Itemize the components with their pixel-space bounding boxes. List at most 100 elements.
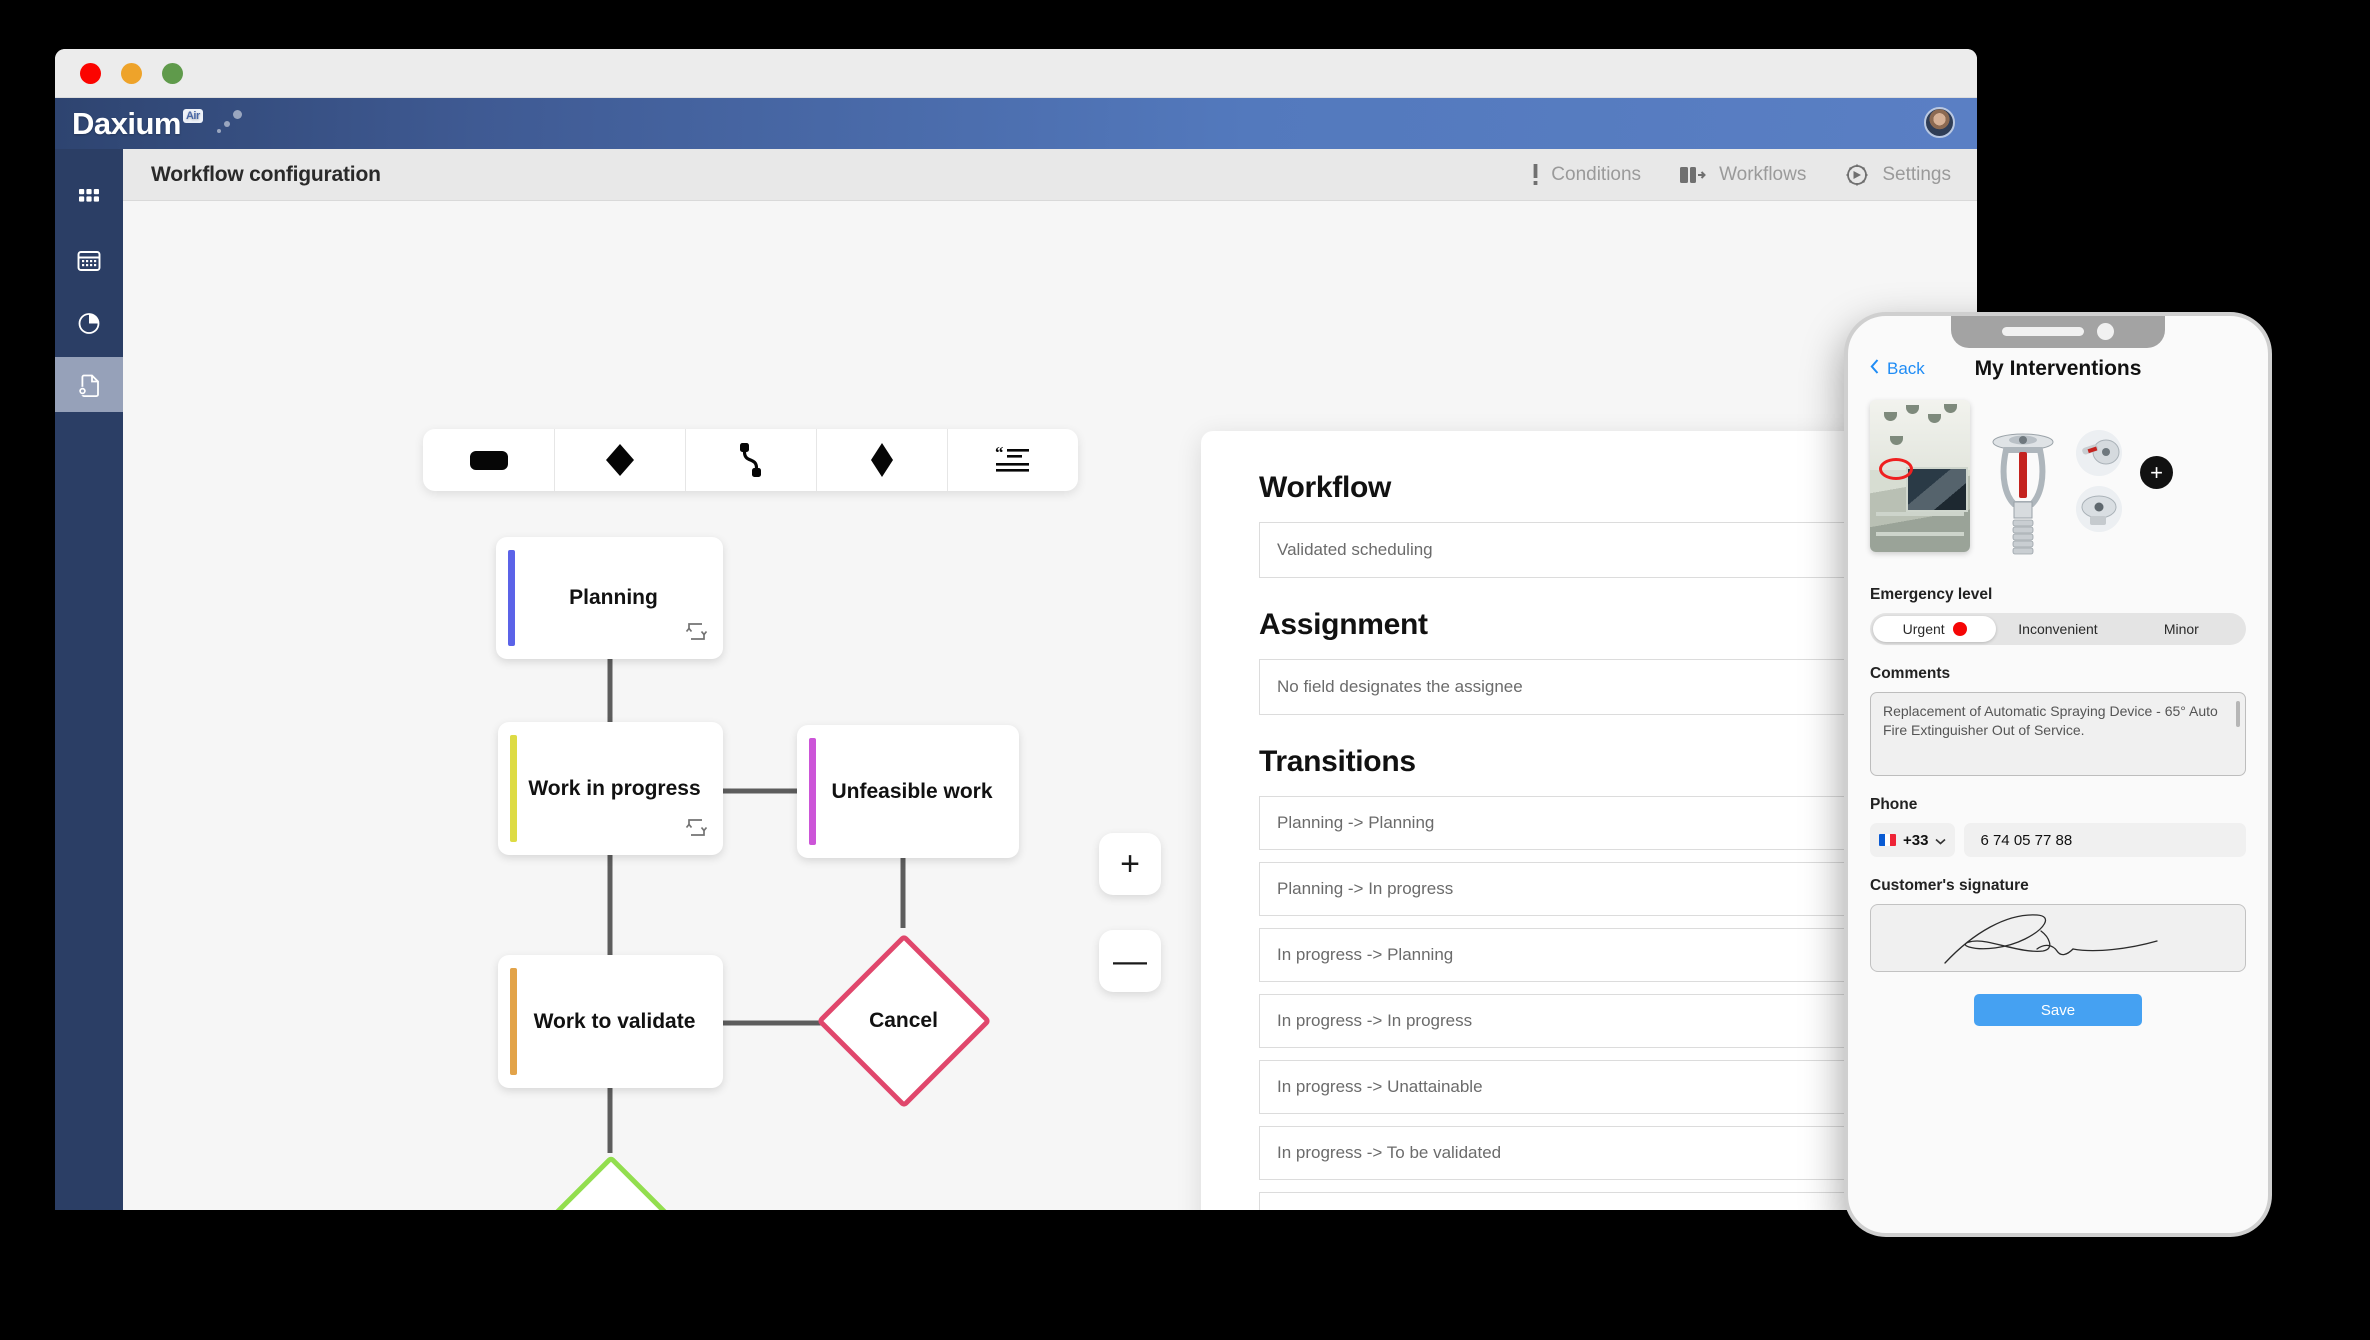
node-label: Work in progress (528, 776, 701, 800)
nav-label-conditions: Conditions (1551, 163, 1642, 185)
node-planning[interactable]: Planning (496, 537, 723, 659)
phone-number-value: 6 74 05 77 88 (1980, 831, 2073, 849)
photo-poster (1906, 466, 1968, 513)
phone-mockup: Back My Interventions + Emergency level … (1844, 312, 2272, 1237)
phone-title: My Interventions (1974, 357, 2142, 380)
node-work-to-validate[interactable]: Work to validate (498, 955, 723, 1088)
signature-label: Customer's signature (1870, 877, 2029, 894)
node-completed-work[interactable]: Completed work (512, 1149, 709, 1210)
nav-label-settings: Settings (1882, 163, 1951, 185)
emergency-option-urgent[interactable]: Urgent (1873, 616, 1997, 642)
phone-screen: Back My Interventions + Emergency level … (1848, 316, 2268, 1233)
workflow-diagram: Planning Work in progress Unfeasible wor… (123, 201, 1183, 1210)
phone-input-row: +33 6 74 05 77 88 (1870, 823, 2246, 857)
emergency-level-segmented-control[interactable]: Urgent Inconvenient Minor (1870, 613, 2246, 645)
nav-item-conditions[interactable]: Conditions (1532, 163, 1641, 187)
zoom-controls: + — (1099, 833, 1161, 992)
grid-apps-icon (79, 188, 99, 202)
node-cancel[interactable]: Cancel (811, 928, 996, 1113)
save-button[interactable]: Save (1974, 994, 2142, 1026)
signature-icon (1944, 914, 2158, 964)
gear-icon (1844, 162, 1870, 188)
intervention-photo[interactable] (1870, 400, 1970, 552)
document-settings-icon (78, 374, 99, 397)
top-navigation: Conditions Workflows Settings (1532, 162, 1951, 188)
sidebar-item-calendar[interactable] (55, 233, 123, 288)
france-flag-icon (1879, 834, 1896, 846)
node-accent-bar (508, 550, 515, 646)
zoom-out-button[interactable]: — (1099, 930, 1161, 992)
avatar[interactable] (1924, 107, 1955, 138)
emergency-option-label: Urgent (1902, 621, 1945, 637)
workflow-canvas: “ Planning Work in progress Unfeasible w… (123, 201, 1977, 1210)
nav-label-workflows: Workflows (1719, 163, 1807, 185)
comments-textarea[interactable]: Replacement of Automatic Spraying Device… (1870, 692, 2246, 776)
country-code-select[interactable]: +33 (1870, 823, 1956, 857)
calendar-icon (77, 250, 101, 271)
emergency-level-label: Emergency level (1870, 586, 1993, 603)
node-work-in-progress[interactable]: Work in progress (498, 722, 723, 855)
page-title: Workflow configuration (151, 162, 381, 186)
sidebar-item-apps[interactable] (55, 171, 123, 226)
node-label: Unfeasible work (831, 779, 993, 803)
node-label: Cancel (869, 1008, 938, 1032)
window-minimize-button[interactable] (121, 62, 142, 84)
phone-camera (2097, 322, 2114, 340)
emergency-option-minor[interactable]: Minor (2120, 616, 2243, 642)
sidebar-item-reports[interactable] (55, 295, 123, 350)
assignment-value: No field designates the assignee (1277, 677, 1523, 696)
add-photo-button[interactable]: + (2140, 456, 2173, 489)
workflow-value: Validated scheduling (1277, 540, 1433, 559)
thumbnail-photo[interactable] (2076, 430, 2122, 476)
node-label: Planning (569, 586, 658, 610)
nav-item-settings[interactable]: Settings (1844, 162, 1951, 188)
node-accent-bar (510, 735, 517, 842)
brand-name: Daxium (72, 105, 181, 141)
comments-scrollbar[interactable] (2236, 701, 2240, 727)
loop-icon (685, 620, 708, 650)
nav-item-workflows[interactable]: Workflows (1679, 163, 1806, 187)
signature-pad[interactable] (1870, 904, 2246, 972)
photo-thumbnails (2076, 430, 2122, 532)
loop-icon (685, 816, 708, 846)
user-avatar-wrap[interactable] (1924, 107, 1955, 138)
window-maximize-button[interactable] (162, 62, 183, 84)
phone-number-input[interactable]: 6 74 05 77 88 (1964, 823, 2246, 857)
pie-chart-icon (78, 312, 100, 334)
urgent-indicator-dot (1952, 622, 1967, 636)
window-body: Workflow configuration Conditions Workfl… (55, 149, 1977, 1210)
comments-label: Comments (1870, 665, 1951, 682)
brand-bar: Daxium Air (55, 98, 1977, 149)
diamond-shape (517, 1154, 704, 1210)
photo-annotation-circle (1879, 458, 1913, 480)
node-accent-bar (809, 738, 816, 845)
thumbnail-photo[interactable] (2076, 486, 2122, 532)
phone-speaker (2002, 326, 2084, 336)
brand-bubbles-decoration (209, 109, 251, 139)
chevron-down-icon (1935, 832, 1946, 849)
sprinkler-photo[interactable] (1984, 426, 2062, 566)
exclamation-icon (1532, 163, 1539, 187)
sidebar (55, 149, 123, 1210)
comments-value: Replacement of Automatic Spraying Device… (1883, 703, 2218, 738)
window-close-button[interactable] (80, 62, 101, 84)
phone-field-label: Phone (1870, 796, 1918, 813)
emergency-option-inconvenient[interactable]: Inconvenient (1996, 616, 2119, 642)
node-unfeasible-work[interactable]: Unfeasible work (797, 725, 1019, 858)
workflows-icon (1679, 163, 1707, 187)
brand-badge: Air (182, 108, 203, 123)
brand-logo[interactable]: Daxium Air (72, 106, 203, 142)
country-code-value: +33 (1903, 831, 1929, 849)
main-content: Workflow configuration Conditions Workfl… (123, 149, 1977, 1210)
app-window: Daxium Air Workflow configuration Condit… (55, 49, 1977, 1210)
node-label: Work to validate (533, 1009, 696, 1033)
page-header: Workflow configuration Conditions Workfl… (123, 149, 1977, 201)
phone-header: Back My Interventions (1870, 354, 2246, 384)
sidebar-item-workflow-config[interactable] (55, 357, 123, 412)
zoom-in-button[interactable]: + (1099, 833, 1161, 895)
window-titlebar (55, 49, 1977, 98)
phone-notch (1951, 316, 2165, 348)
node-accent-bar (510, 968, 517, 1075)
photo-gallery: + (1870, 400, 2246, 566)
screenshot-root: Daxium Air Workflow configuration Condit… (0, 0, 2370, 1340)
